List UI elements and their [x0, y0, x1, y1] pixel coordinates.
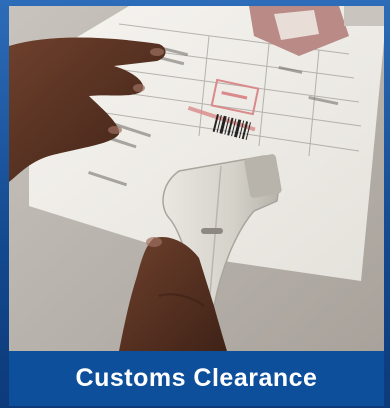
caption-bar: Customs Clearance — [9, 351, 384, 406]
frame: Customs Clearance — [0, 0, 390, 408]
right-hand-thumbnail — [146, 237, 162, 247]
photo — [9, 6, 384, 351]
photo-illustration — [9, 6, 384, 351]
caption: Customs Clearance — [75, 364, 318, 392]
